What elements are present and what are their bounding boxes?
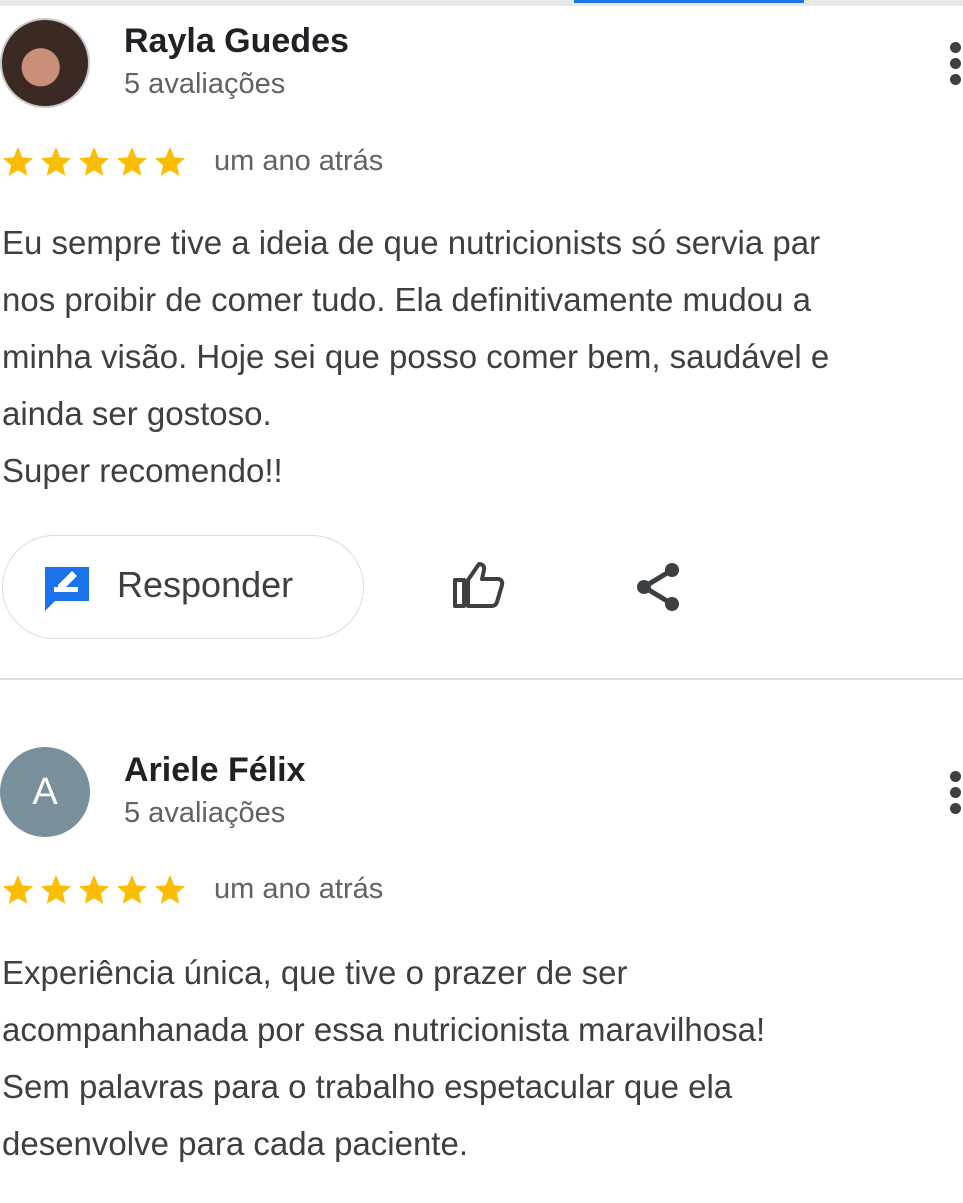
star-icon bbox=[155, 147, 185, 176]
review-text-line: minha visão. Hoje sei que posso comer be… bbox=[2, 338, 830, 375]
star-icon bbox=[117, 875, 147, 904]
review-time: um ano atrás bbox=[214, 145, 384, 177]
share-icon[interactable] bbox=[632, 560, 684, 614]
reviewer-name[interactable]: Rayla Guedes bbox=[124, 22, 349, 61]
star-icon bbox=[3, 875, 33, 904]
star-icon bbox=[155, 875, 185, 904]
review-time: um ano atrás bbox=[214, 873, 384, 905]
avatar[interactable]: A bbox=[0, 747, 90, 837]
review-text-line: ainda ser gostoso. bbox=[2, 395, 272, 432]
more-vert-icon[interactable] bbox=[944, 42, 963, 86]
star-icon bbox=[79, 147, 109, 176]
review-text-line: Sem palavras para o trabalho espetacular… bbox=[2, 1068, 733, 1105]
star-icon bbox=[41, 875, 71, 904]
divider bbox=[0, 678, 963, 680]
star-icon bbox=[41, 147, 71, 176]
active-tab-indicator bbox=[574, 0, 804, 3]
review-text-line: acompanhanada por essa nutricionista mar… bbox=[2, 1011, 766, 1048]
review-text-line: desenvolve para cada paciente. bbox=[2, 1125, 468, 1162]
review-text-line: Eu sempre tive a ideia de que nutricioni… bbox=[2, 224, 821, 261]
review-count: 5 avaliações bbox=[124, 68, 286, 100]
star-rating bbox=[0, 144, 188, 180]
reply-button[interactable]: Responder bbox=[2, 535, 364, 639]
reply-button-label: Responder bbox=[117, 564, 294, 605]
thumbs-up-icon[interactable] bbox=[452, 560, 506, 610]
avatar[interactable] bbox=[0, 18, 90, 108]
reviewer-name[interactable]: Ariele Félix bbox=[124, 751, 305, 790]
star-icon bbox=[117, 147, 147, 176]
review-text-line: nos proibir de comer tudo. Ela definitiv… bbox=[2, 281, 811, 318]
review-count: 5 avaliações bbox=[124, 797, 286, 829]
review-text: Experiência única, que tive o prazer de … bbox=[2, 944, 963, 1172]
review-text: Eu sempre tive a ideia de que nutricioni… bbox=[2, 214, 963, 499]
more-vert-icon[interactable] bbox=[944, 771, 963, 815]
star-icon bbox=[3, 147, 33, 176]
review-text-line: Super recomendo!! bbox=[2, 452, 283, 489]
review-text-line: Experiência única, que tive o prazer de … bbox=[2, 954, 628, 991]
star-icon bbox=[79, 875, 109, 904]
star-rating bbox=[0, 872, 188, 908]
reply-edit-icon bbox=[45, 567, 89, 611]
top-tab-bar bbox=[0, 0, 963, 6]
